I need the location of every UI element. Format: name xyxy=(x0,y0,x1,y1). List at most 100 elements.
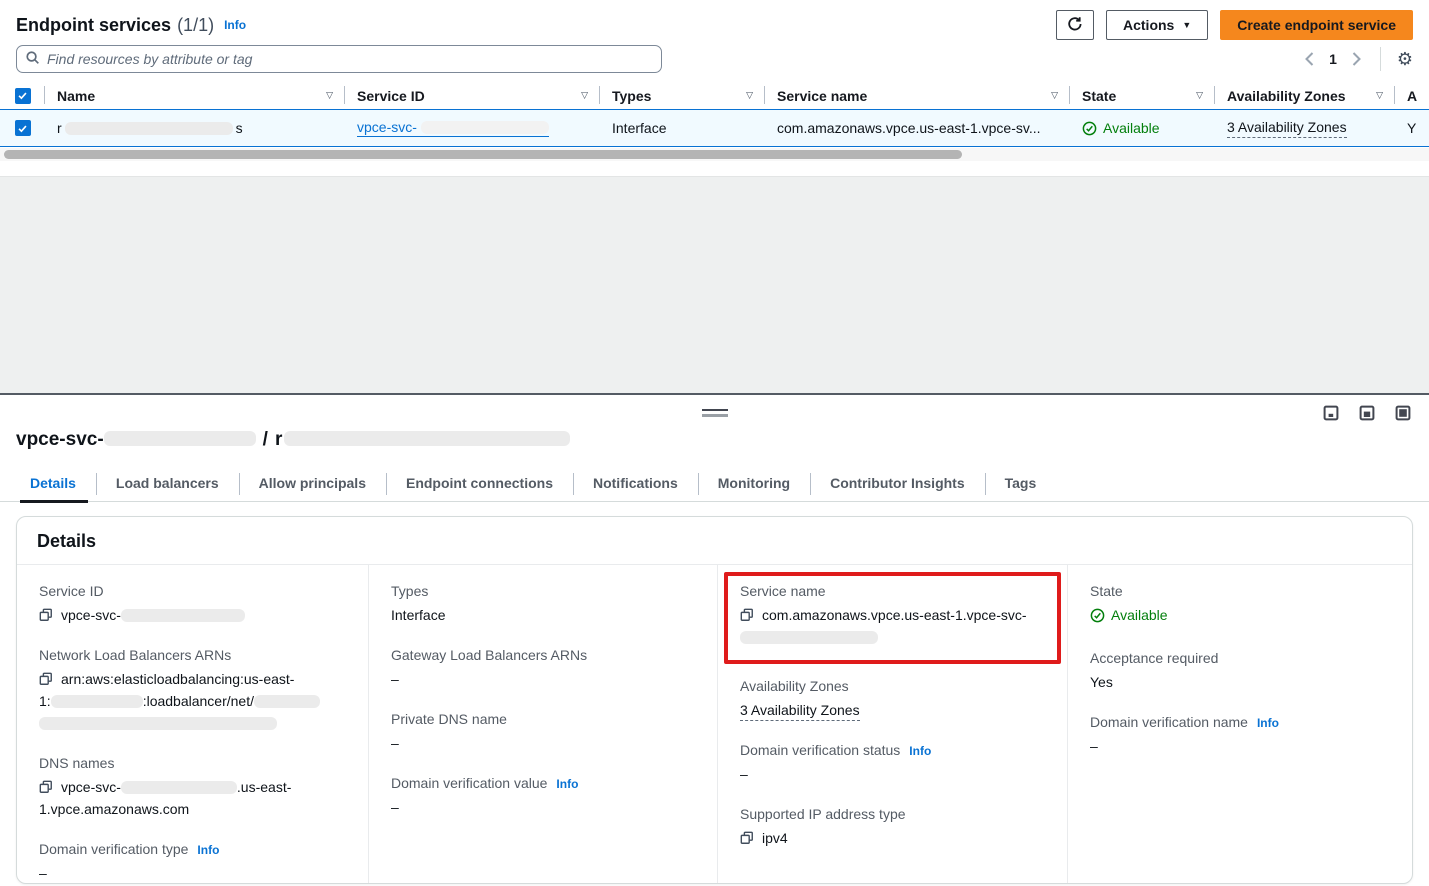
column-header-name[interactable]: Name ▽ xyxy=(45,82,345,109)
row-service-id-cell: vpce-svc- xyxy=(345,110,600,146)
copy-icon[interactable] xyxy=(740,608,754,625)
copy-icon[interactable] xyxy=(39,780,53,797)
field-state: State Available xyxy=(1090,583,1390,629)
actions-button[interactable]: Actions ▼ xyxy=(1106,10,1208,40)
field-nlb-arns: Network Load Balancers ARNs arn:aws:elas… xyxy=(39,647,346,734)
previous-page-button[interactable] xyxy=(1302,50,1317,68)
check-icon xyxy=(17,90,28,101)
row-types-cell: Interface xyxy=(600,110,765,146)
redacted-title-id xyxy=(104,431,256,446)
check-icon xyxy=(17,123,28,134)
field-private-dns-name: Private DNS name – xyxy=(391,711,695,754)
list-header: Endpoint services (1/1) Info Actions ▼ C… xyxy=(0,0,1429,40)
redacted-dns-id xyxy=(121,781,237,794)
chevron-left-icon xyxy=(1304,52,1315,66)
row-truncated-cell: Y xyxy=(1395,110,1429,146)
info-link[interactable]: Info xyxy=(197,843,219,857)
background-gap xyxy=(0,176,1429,393)
header-actions: Actions ▼ Create endpoint service xyxy=(1056,10,1413,40)
row-checkbox[interactable] xyxy=(15,120,31,136)
column-header-service-id[interactable]: Service ID ▽ xyxy=(345,82,600,109)
table-row[interactable]: r s vpce-svc- Interface com.amazonaws.vp… xyxy=(0,109,1429,147)
tab-notifications[interactable]: Notifications xyxy=(573,467,698,501)
info-link[interactable]: Info xyxy=(224,18,246,32)
copy-icon[interactable] xyxy=(39,672,53,689)
field-gateway-lb-arns: Gateway Load Balancers ARNs – xyxy=(391,647,695,690)
details-column-4: State Available Acceptance required Yes … xyxy=(1067,565,1412,884)
availability-zones-tooltip-link[interactable]: 3 Availability Zones xyxy=(1227,119,1347,138)
tab-tags[interactable]: Tags xyxy=(985,467,1057,501)
field-domain-verification-type: Domain verification type Info – xyxy=(39,841,346,884)
availability-zones-tooltip-link[interactable]: 3 Availability Zones xyxy=(740,702,860,721)
column-header-truncated[interactable]: A xyxy=(1395,82,1429,109)
tab-contributor-insights[interactable]: Contributor Insights xyxy=(810,467,985,501)
create-endpoint-service-button[interactable]: Create endpoint service xyxy=(1220,10,1413,40)
search-input[interactable] xyxy=(47,51,653,67)
redacted-service-id xyxy=(421,121,549,134)
redacted-service-id xyxy=(121,609,245,622)
field-service-name: Service name com.amazonaws.vpce.us-east-… xyxy=(740,583,1045,648)
tab-monitoring[interactable]: Monitoring xyxy=(698,467,810,501)
service-id-link[interactable]: vpce-svc- xyxy=(357,119,549,137)
select-all-checkbox[interactable] xyxy=(15,88,31,104)
info-link[interactable]: Info xyxy=(556,777,578,791)
tab-load-balancers[interactable]: Load balancers xyxy=(96,467,239,501)
filter-icon[interactable]: ▽ xyxy=(1368,90,1383,101)
redacted-name xyxy=(65,122,233,135)
row-name-cell: r s xyxy=(45,110,345,146)
row-select-cell xyxy=(0,110,45,146)
list-toolbar: 1 ⚙ xyxy=(0,40,1429,74)
field-types: Types Interface xyxy=(391,583,695,626)
pagination: 1 ⚙ xyxy=(1302,47,1413,71)
field-dns-names: DNS names vpce-svc-.us-east-1.vpce.amazo… xyxy=(39,755,346,820)
filter-icon[interactable]: ▽ xyxy=(318,90,333,101)
next-page-button[interactable] xyxy=(1349,50,1364,68)
red-highlight-annotation: Service name com.amazonaws.vpce.us-east-… xyxy=(724,572,1061,664)
table-header-row: Name ▽ Service ID ▽ Types ▽ Service name… xyxy=(0,82,1429,109)
details-column-3: Service name com.amazonaws.vpce.us-east-… xyxy=(717,565,1067,884)
preferences-gear-icon[interactable]: ⚙ xyxy=(1397,50,1413,68)
copy-icon[interactable] xyxy=(740,831,754,848)
endpoint-services-table: Name ▽ Service ID ▽ Types ▽ Service name… xyxy=(0,82,1429,147)
column-header-types[interactable]: Types ▽ xyxy=(600,82,765,109)
panel-size-medium-icon[interactable] xyxy=(1357,403,1377,423)
details-column-1: Service ID vpce-svc- Network Load Balanc… xyxy=(17,565,368,884)
refresh-button[interactable] xyxy=(1056,10,1094,40)
search-box[interactable] xyxy=(16,45,662,73)
copy-icon[interactable] xyxy=(39,608,53,625)
page-number[interactable]: 1 xyxy=(1329,51,1337,67)
horizontal-scrollbar-thumb[interactable] xyxy=(4,150,962,159)
filter-icon[interactable]: ▽ xyxy=(573,90,588,101)
select-all-cell xyxy=(0,82,45,109)
available-status-icon xyxy=(1090,608,1105,623)
details-card-heading: Details xyxy=(17,517,1412,565)
row-state-cell: Available xyxy=(1070,110,1215,146)
row-service-name-cell: com.amazonaws.vpce.us-east-1.vpce-sv... xyxy=(765,110,1070,146)
actions-button-label: Actions xyxy=(1123,17,1174,33)
field-availability-zones: Availability Zones 3 Availability Zones xyxy=(740,678,1045,721)
refresh-icon xyxy=(1067,16,1083,35)
redacted-lb-id xyxy=(39,717,277,730)
column-header-state[interactable]: State ▽ xyxy=(1070,82,1215,109)
split-panel-title: vpce-svc-/r xyxy=(16,429,1413,451)
split-panel-size-controls xyxy=(1321,403,1413,423)
filter-icon[interactable]: ▽ xyxy=(1188,90,1203,101)
tab-allow-principals[interactable]: Allow principals xyxy=(239,467,386,501)
panel-size-small-icon[interactable] xyxy=(1321,403,1341,423)
resource-counter: (1/1) xyxy=(177,15,214,36)
caret-down-icon: ▼ xyxy=(1182,20,1191,30)
filter-icon[interactable]: ▽ xyxy=(738,90,753,101)
filter-icon[interactable]: ▽ xyxy=(1043,90,1058,101)
column-header-service-name[interactable]: Service name ▽ xyxy=(765,82,1070,109)
page-title: Endpoint services xyxy=(16,15,171,36)
info-link[interactable]: Info xyxy=(909,744,931,758)
info-link[interactable]: Info xyxy=(1257,716,1279,730)
field-acceptance-required: Acceptance required Yes xyxy=(1090,650,1390,693)
endpoint-services-list-section: Endpoint services (1/1) Info Actions ▼ C… xyxy=(0,0,1429,176)
panel-size-large-icon[interactable] xyxy=(1393,403,1413,423)
field-domain-verification-value: Domain verification value Info – xyxy=(391,775,695,818)
column-header-availability-zones[interactable]: Availability Zones ▽ xyxy=(1215,82,1395,109)
split-panel-drag-handle-icon[interactable] xyxy=(702,409,728,417)
tab-endpoint-connections[interactable]: Endpoint connections xyxy=(386,467,573,501)
tab-details[interactable]: Details xyxy=(16,467,96,501)
